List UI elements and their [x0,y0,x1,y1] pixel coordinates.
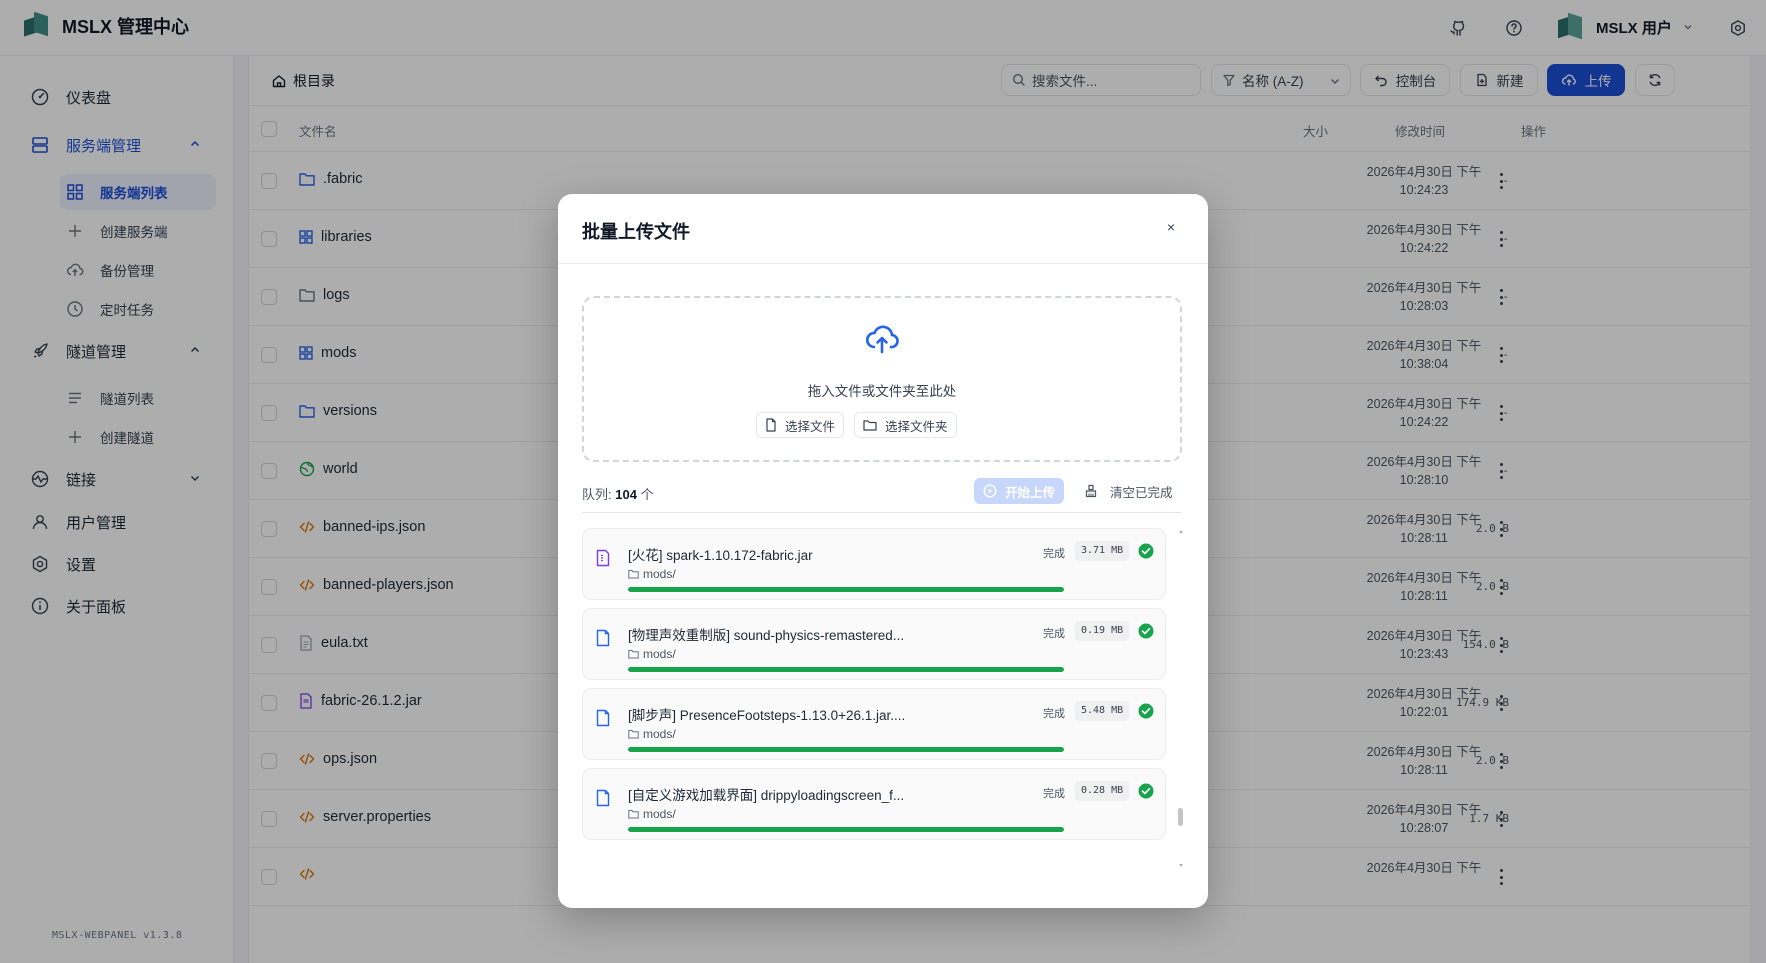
queue-number: 104 [615,487,637,502]
scroll-down-arrow[interactable] [1179,864,1183,867]
upload-progress-bar [628,667,1064,672]
scroll-up-arrow[interactable] [1179,530,1183,533]
check-circle-icon [1138,703,1154,719]
upload-path-text: mods/ [643,567,676,581]
start-upload-label: 开始上传 [1004,485,1055,500]
start-upload-button[interactable]: 开始上传 [974,478,1064,504]
upload-item[interactable]: [物理声效重制版] sound-physics-remastered... mod… [582,608,1166,680]
folder-icon [628,730,639,739]
upload-file-name: [火花] spark-1.10.172-fabric.jar [628,548,813,563]
upload-path-text: mods/ [643,727,676,741]
upload-item[interactable]: [自定义游戏加载界面] drippyloadingscreen_f...mods… [582,768,1166,840]
upload-file-name: [脚步声] PresenceFootsteps-1.13.0+26.1.jar.… [628,708,906,723]
check-circle-icon [1138,623,1154,639]
dialog-header: 批量上传文件 × [558,194,1208,264]
drop-zone-text: 拖入文件或文件夹至此处 [807,384,957,399]
upload-item[interactable]: [脚步声] PresenceFootsteps-1.13.0+26.1.jar.… [582,688,1166,760]
file-icon [595,709,611,730]
upload-size: 0.28 MB [1075,781,1130,801]
upload-status: 完成 [1043,548,1065,560]
queue-count: 队列: 104 个 [582,484,654,503]
upload-queue-list[interactable]: [火花] spark-1.10.172-fabric.jar mods/完成 3.7… [582,528,1182,868]
upload-status: 完成 [1043,708,1065,720]
upload-size: 5.48 MB [1075,701,1130,721]
folder-icon [628,650,639,659]
upload-path: mods/ [628,807,676,821]
folder-icon [628,570,639,579]
scrollbar-thumb[interactable] [1178,808,1183,826]
file-icon [766,418,776,432]
upload-path: mods/ [628,727,676,741]
select-folder-button[interactable]: 选择文件夹 [854,412,957,438]
broom-icon [1085,484,1097,498]
jar-file-icon [595,549,611,570]
folder-icon [628,810,639,819]
check-circle-icon [1138,783,1154,799]
upload-path: mods/ [628,567,676,581]
upload-path: mods/ [628,647,676,661]
upload-item[interactable]: [火花] spark-1.10.172-fabric.jar mods/完成 3.7… [582,528,1166,600]
upload-progress-bar [628,827,1064,832]
queue-bar: 队列: 104 个 开始上传 清空已完成 [582,474,1182,510]
clear-completed-label: 清空已完成 [1110,485,1173,500]
play-circle-icon [983,484,997,498]
drop-zone[interactable]: 拖入文件或文件夹至此处 选择文件 选择文件夹 [582,296,1182,462]
clear-completed-button[interactable]: 清空已完成 [1084,478,1173,504]
upload-progress-fill [628,827,1064,832]
upload-progress-bar [628,747,1064,752]
file-icon [595,789,611,810]
dialog-title: 批量上传文件 [582,222,690,242]
upload-file-name: [自定义游戏加载界面] drippyloadingscreen_f... [628,788,905,803]
upload-progress-fill [628,587,1064,592]
upload-progress-fill [628,747,1064,752]
divider [582,512,1182,513]
upload-size: 0.19 MB [1075,621,1130,641]
file-icon [595,629,611,650]
select-file-label: 选择文件 [785,419,836,434]
queue-unit: 个 [640,487,654,502]
close-icon[interactable]: × [1164,220,1178,234]
upload-path-text: mods/ [643,807,676,821]
upload-size: 3.71 MB [1075,541,1130,561]
folder-icon [863,420,877,431]
batch-upload-dialog: 批量上传文件 × 拖入文件或文件夹至此处 选择文件 选择文件夹 队列: 104 … [558,194,1208,908]
select-folder-label: 选择文件夹 [885,419,948,434]
upload-path-text: mods/ [643,647,676,661]
cloud-upload-icon [865,325,899,354]
select-file-button[interactable]: 选择文件 [756,412,845,438]
upload-progress-fill [628,667,1064,672]
queue-prefix: 队列: [582,487,612,502]
upload-progress-bar [628,587,1064,592]
upload-status: 完成 [1043,628,1065,640]
upload-file-name: [物理声效重制版] sound-physics-remastered... [628,628,905,643]
upload-status: 完成 [1043,788,1065,800]
check-circle-icon [1138,543,1154,559]
